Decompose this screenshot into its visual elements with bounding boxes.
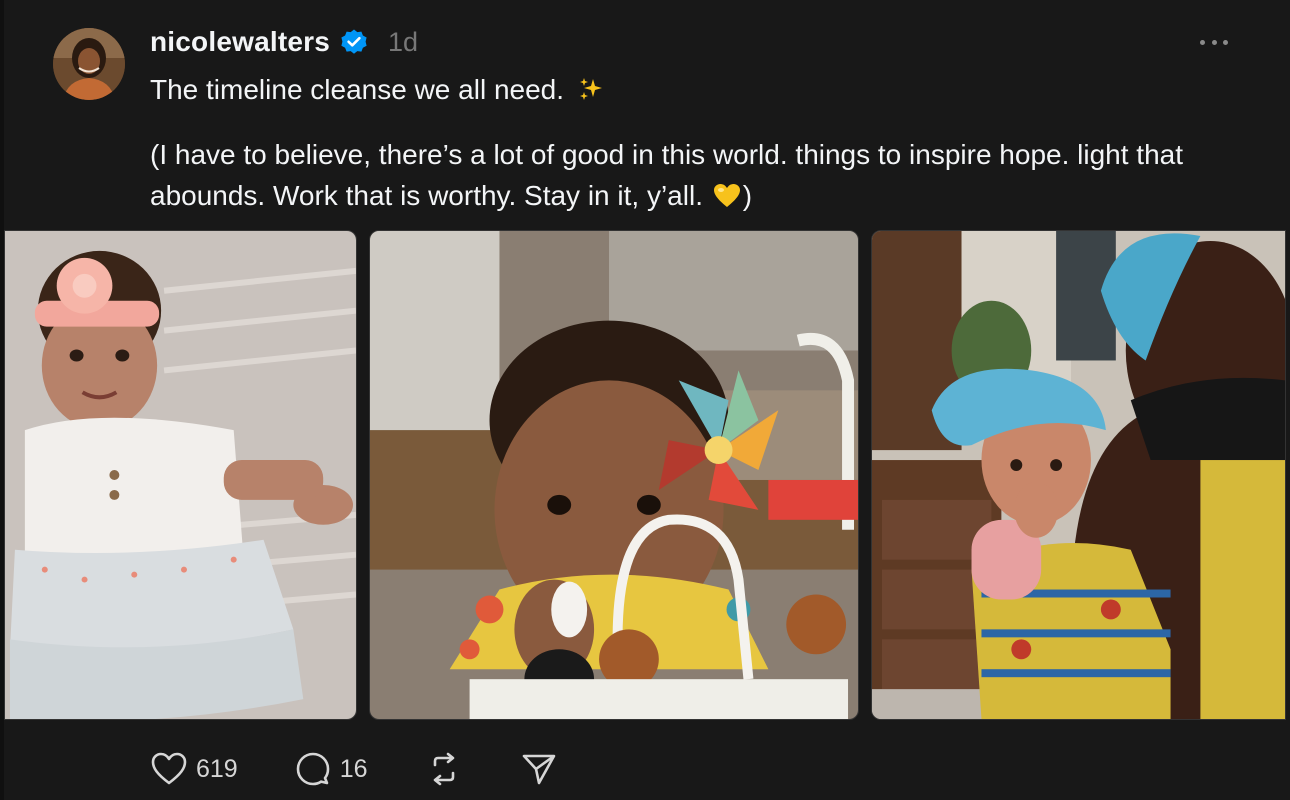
reply-button[interactable]: 16 bbox=[294, 751, 368, 787]
yellow-heart-emoji-icon bbox=[713, 179, 741, 220]
reply-count: 16 bbox=[339, 754, 368, 783]
post-text-body-close: ) bbox=[742, 180, 753, 211]
more-dot bbox=[1200, 39, 1205, 45]
heart-icon bbox=[150, 751, 188, 787]
post-actions: 619 16 bbox=[150, 748, 598, 790]
send-icon bbox=[520, 751, 558, 787]
like-count: 619 bbox=[196, 754, 238, 783]
verified-badge-icon bbox=[340, 28, 368, 56]
comment-icon bbox=[294, 751, 332, 787]
sparkles-emoji-icon bbox=[578, 75, 604, 111]
post-image-3[interactable] bbox=[871, 230, 1286, 720]
repost-icon bbox=[424, 751, 464, 787]
more-dot bbox=[1223, 39, 1228, 45]
post-text-body-content: (I have to believe, there’s a lot of goo… bbox=[150, 139, 1183, 211]
share-button[interactable] bbox=[520, 751, 558, 787]
like-button[interactable]: 619 bbox=[150, 751, 238, 787]
more-dot bbox=[1211, 39, 1217, 45]
avatar[interactable] bbox=[53, 28, 125, 100]
post-header: nicolewalters 1d bbox=[150, 24, 418, 60]
post-image-1[interactable] bbox=[4, 230, 357, 720]
more-options-button[interactable] bbox=[1196, 28, 1232, 56]
post-image-2[interactable] bbox=[369, 230, 859, 720]
repost-button[interactable] bbox=[424, 751, 464, 787]
threads-post: nicolewalters 1d The timeline cleanse we… bbox=[0, 0, 1290, 800]
post-text-line1: The timeline cleanse we all need. bbox=[150, 72, 604, 111]
post-time[interactable]: 1d bbox=[388, 27, 418, 58]
post-text-body: (I have to believe, there’s a lot of goo… bbox=[150, 134, 1260, 220]
username[interactable]: nicolewalters bbox=[150, 26, 330, 58]
post-text-line1-content: The timeline cleanse we all need. bbox=[150, 74, 565, 105]
